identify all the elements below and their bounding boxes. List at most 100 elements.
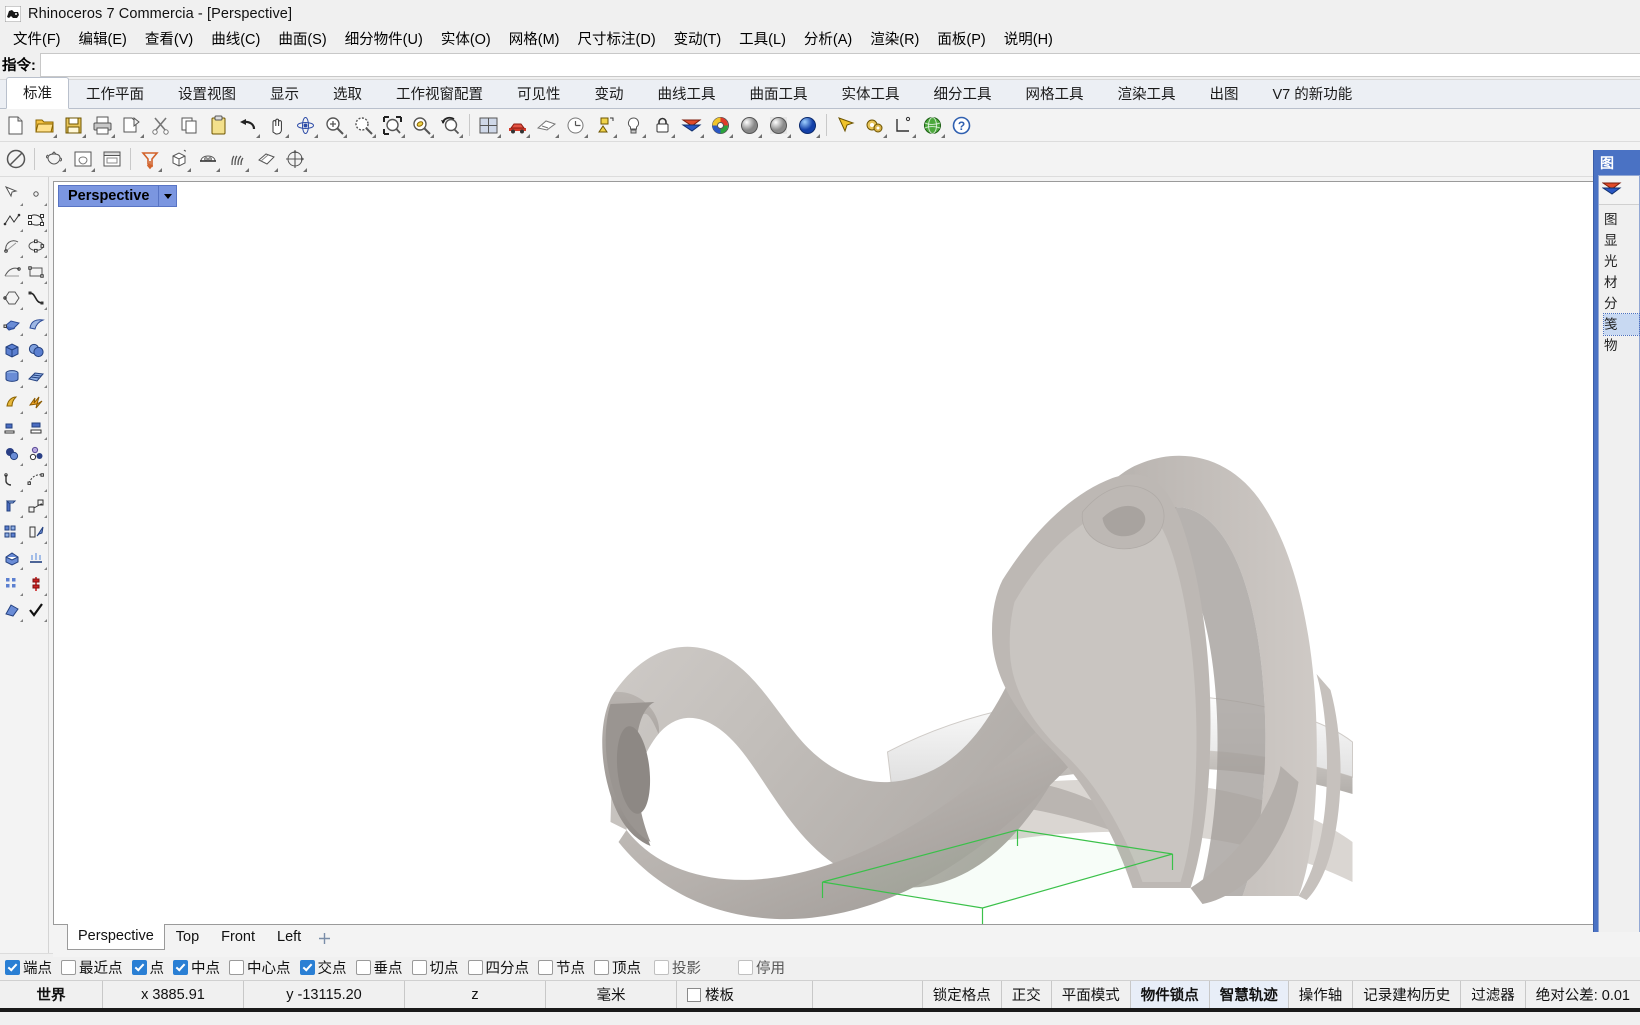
viewport-tab-front[interactable]: Front xyxy=(210,925,266,951)
tab-display[interactable]: 显示 xyxy=(253,78,316,109)
status-current-layer[interactable]: 楼板 xyxy=(677,981,813,1008)
curve-interp-icon[interactable] xyxy=(24,285,48,311)
osnap-end[interactable]: 端点 xyxy=(5,957,52,978)
blue-sphere-icon[interactable] xyxy=(793,111,822,139)
osnap-center[interactable]: 中心点 xyxy=(229,957,291,978)
checkbox-icon[interactable] xyxy=(594,959,609,975)
grid-array-icon[interactable] xyxy=(0,571,24,597)
globe-icon[interactable] xyxy=(918,111,947,139)
zoom-in-icon[interactable] xyxy=(320,111,349,139)
status-cplane[interactable]: 世界 xyxy=(0,981,103,1008)
osnap-vertex[interactable]: 顶点 xyxy=(594,957,641,978)
checkbox-icon[interactable] xyxy=(654,959,669,975)
save-file-icon[interactable] xyxy=(59,111,88,139)
print-icon[interactable] xyxy=(88,111,117,139)
tab-visibility[interactable]: 可见性 xyxy=(500,78,578,109)
explode-icon[interactable] xyxy=(24,389,48,415)
boolean-icon[interactable] xyxy=(0,441,24,467)
paste-icon[interactable] xyxy=(204,111,233,139)
plus-icon[interactable] xyxy=(312,925,336,951)
layer-panel-icon[interactable] xyxy=(1601,179,1622,202)
analyze-dir-icon[interactable] xyxy=(24,571,48,597)
lock-icon[interactable] xyxy=(648,111,677,139)
status-grid-snap[interactable]: 锁定格点 xyxy=(923,981,1002,1008)
open-file-icon[interactable] xyxy=(30,111,59,139)
window-frame-icon[interactable] xyxy=(97,145,126,173)
blend-circles-icon[interactable] xyxy=(24,441,48,467)
new-file-icon[interactable] xyxy=(1,111,30,139)
rendered-sphere-icon[interactable] xyxy=(764,111,793,139)
tab-standard[interactable]: 标准 xyxy=(6,77,69,109)
checkbox-icon[interactable] xyxy=(61,959,76,975)
gumball-icon[interactable] xyxy=(280,145,309,173)
select-objects-icon[interactable] xyxy=(590,111,619,139)
pan-hand-icon[interactable] xyxy=(262,111,291,139)
status-filter[interactable]: 过滤器 xyxy=(1461,981,1526,1008)
menu-solid[interactable]: 实体(O) xyxy=(432,27,500,51)
car-render-icon[interactable] xyxy=(503,111,532,139)
loft-surface-icon[interactable] xyxy=(24,311,48,337)
checkbox-icon[interactable] xyxy=(538,959,553,975)
menu-analyze[interactable]: 分析(A) xyxy=(795,27,861,51)
tab-mesh-tools[interactable]: 网格工具 xyxy=(1009,78,1101,109)
tab-viewport-layout[interactable]: 工作视窗配置 xyxy=(379,78,500,109)
cap-solid-icon[interactable] xyxy=(0,545,24,571)
chevron-down-icon[interactable] xyxy=(158,186,176,206)
checkbox-icon[interactable] xyxy=(467,959,483,975)
arrow-select-icon[interactable] xyxy=(0,181,24,207)
conic-icon[interactable] xyxy=(0,259,24,285)
gears-icon[interactable] xyxy=(860,111,889,139)
right-panel-item-5[interactable]: 笺 xyxy=(1603,313,1640,336)
status-planar[interactable]: 平面模式 xyxy=(1052,981,1131,1008)
viewport-tab-perspective[interactable]: Perspective xyxy=(67,924,165,950)
tag-icon[interactable] xyxy=(251,145,280,173)
box-solid-icon[interactable] xyxy=(0,337,24,363)
menu-transform[interactable]: 变动(T) xyxy=(665,27,731,51)
funnel-orange-icon[interactable] xyxy=(135,145,164,173)
point-icon[interactable] xyxy=(24,181,48,207)
polygon-icon[interactable] xyxy=(0,285,24,311)
menu-mesh[interactable]: 网格(M) xyxy=(500,27,569,51)
menu-surface[interactable]: 曲面(S) xyxy=(269,27,335,51)
cylinder-icon[interactable] xyxy=(0,363,24,389)
tab-surface-tools[interactable]: 曲面工具 xyxy=(733,78,825,109)
status-history[interactable]: 记录建构历史 xyxy=(1353,981,1462,1008)
light-bulb-icon[interactable] xyxy=(619,111,648,139)
dimension-icon[interactable] xyxy=(889,111,918,139)
zoom-extents-icon[interactable] xyxy=(378,111,407,139)
rectangle-icon[interactable] xyxy=(24,259,48,285)
grass-icon[interactable] xyxy=(222,145,251,173)
rotate-view-icon[interactable] xyxy=(291,111,320,139)
menu-tools[interactable]: 工具(L) xyxy=(730,27,795,51)
flow-surface-icon[interactable] xyxy=(24,545,48,571)
menu-file[interactable]: 文件(F) xyxy=(4,27,70,51)
layer-icon[interactable] xyxy=(677,111,706,139)
osnap-point[interactable]: 点 xyxy=(131,957,164,978)
checkbox-icon[interactable] xyxy=(229,959,244,975)
offset-curve-icon[interactable] xyxy=(24,467,48,493)
checkbox-icon[interactable] xyxy=(5,959,20,975)
surface-patch-icon[interactable] xyxy=(0,311,24,337)
control-point-curve-icon[interactable] xyxy=(24,207,48,233)
osnap-project[interactable]: 投影 xyxy=(654,957,701,978)
right-panel-item-2[interactable]: 光 xyxy=(1604,251,1639,272)
tab-select[interactable]: 选取 xyxy=(316,78,379,109)
tab-render-tools[interactable]: 渲染工具 xyxy=(1101,78,1193,109)
object-table-icon[interactable] xyxy=(193,145,222,173)
checkbox-icon[interactable] xyxy=(173,959,188,975)
menu-render[interactable]: 渲染(R) xyxy=(861,27,928,51)
menu-curve[interactable]: 曲线(C) xyxy=(202,27,269,51)
tab-cplane[interactable]: 工作平面 xyxy=(69,78,161,109)
menu-dimension[interactable]: 尺寸标注(D) xyxy=(569,27,665,51)
zoom-previous-icon[interactable] xyxy=(436,111,465,139)
checkbox-icon[interactable] xyxy=(738,959,753,975)
tab-drafting[interactable]: 出图 xyxy=(1193,78,1256,109)
tab-set-view[interactable]: 设置视图 xyxy=(161,78,253,109)
tab-subd-tools[interactable]: 细分工具 xyxy=(917,78,1009,109)
status-smart-track[interactable]: 智慧轨迹 xyxy=(1209,981,1289,1008)
viewport-tab-top[interactable]: Top xyxy=(165,925,210,951)
help-icon[interactable]: ? xyxy=(947,111,976,139)
no-entry-icon[interactable] xyxy=(1,145,30,173)
checkbox-icon[interactable] xyxy=(355,959,371,975)
checkbox-icon[interactable] xyxy=(687,987,701,1002)
